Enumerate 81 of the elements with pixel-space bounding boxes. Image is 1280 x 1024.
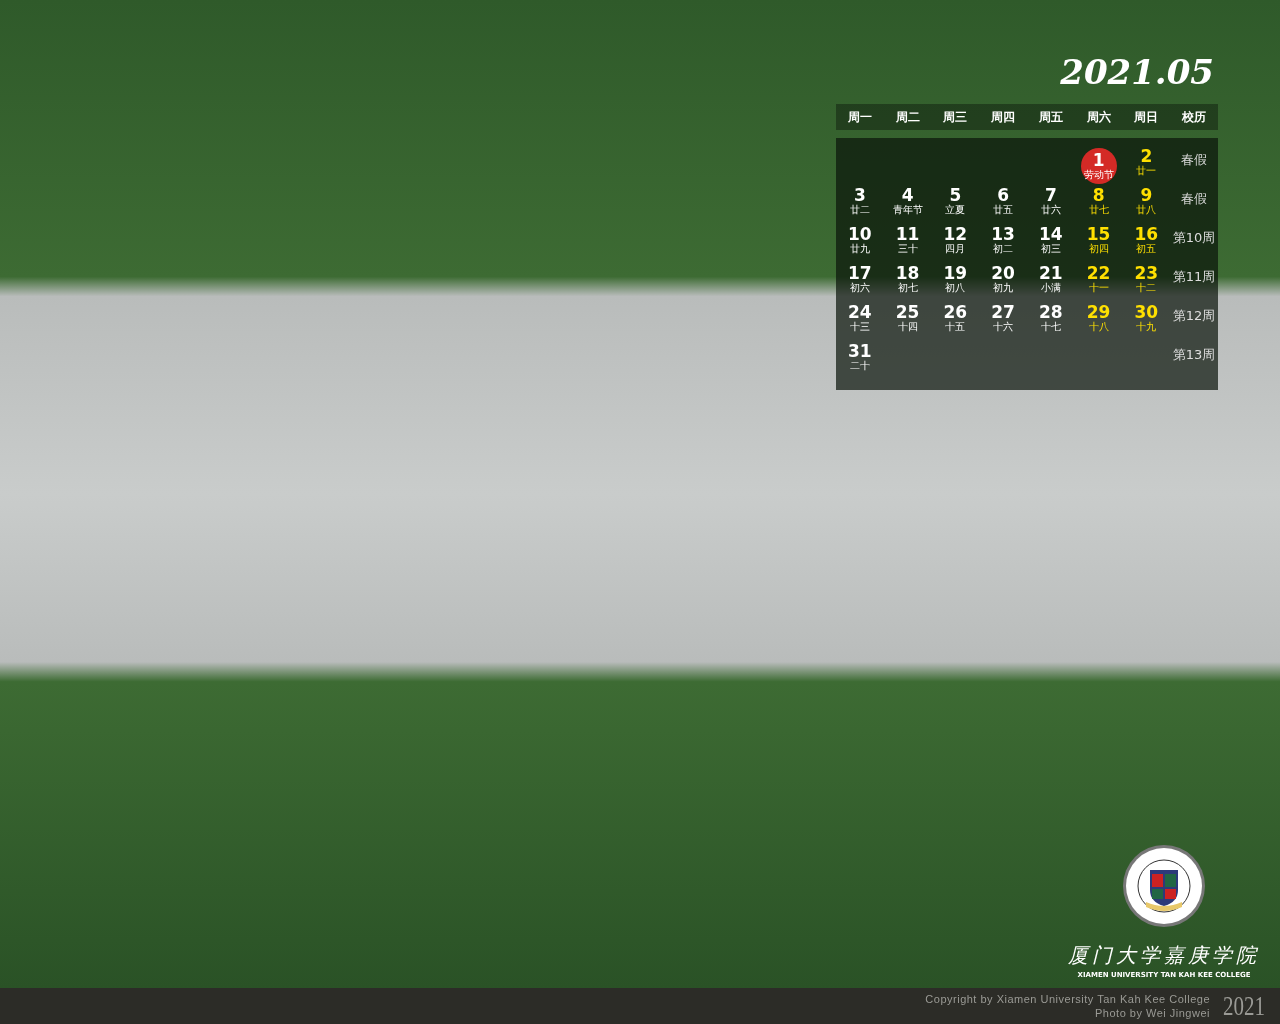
weekday-header: 周二 [894,109,921,126]
lunar-date: 廿六 [1040,204,1061,216]
day-number: 13 [991,226,1015,243]
week-label: 春假 [1180,190,1209,208]
lunar-date: 立夏 [945,204,966,216]
lunar-date: 十七 [1040,321,1061,333]
lunar-date: 十九 [1136,321,1157,333]
day-number: 20 [991,265,1015,282]
day-number: 26 [943,304,968,321]
calendar-title: 2021.05 [1060,51,1215,94]
lunar-date: 廿一 [1136,165,1157,177]
lunar-date: 廿二 [849,204,870,216]
week-label: 第11周 [1171,268,1217,286]
week-label: 第13周 [1171,346,1217,364]
lunar-date: 劳动节 [1083,168,1114,181]
weekday-header: 周四 [990,109,1017,126]
weekday-header: 周日 [1133,109,1160,126]
lunar-date: 初二 [993,243,1014,255]
lunar-date: 初三 [1040,243,1061,255]
day-number: 3 [853,187,866,204]
lunar-date: 小满 [1040,282,1061,294]
day-number: 16 [1134,226,1159,243]
lunar-date: 十一 [1088,282,1109,294]
lunar-date: 初五 [1136,243,1157,255]
year-text: 2021 [1223,991,1265,1021]
week-label: 第12周 [1171,307,1217,325]
day-number: 12 [943,226,968,243]
lunar-date: 十六 [993,321,1014,333]
lunar-date: 二十 [849,360,870,372]
lunar-date: 廿七 [1088,204,1109,216]
lunar-date: 十二 [1136,282,1157,294]
day-number: 27 [991,304,1015,321]
day-number: 24 [848,304,872,321]
weekday-header: 周一 [846,109,873,126]
lunar-date: 十五 [945,321,966,333]
lunar-date: 廿八 [1136,204,1157,216]
photo-credit: Photo by Wei Jingwei [1095,1006,1210,1020]
day-number: 25 [895,304,920,321]
day-number: 31 [848,343,872,360]
lunar-date: 廿五 [993,204,1014,216]
lunar-date: 廿九 [849,243,870,255]
lunar-date: 初七 [897,282,918,294]
lunar-date: 四月 [945,243,966,255]
lunar-date: 青年节 [892,204,923,216]
weekday-header: 周六 [1085,109,1112,126]
day-number: 1 [1092,151,1105,169]
day-number: 9 [1140,187,1153,204]
day-number: 2 [1140,148,1153,165]
week-label: 第10周 [1171,229,1217,247]
copyright-text: Copyright by Xiamen University Tan Kah Kee College [925,992,1210,1006]
day-number: 4 [901,187,914,204]
day-number: 18 [895,265,920,282]
day-number: 23 [1134,265,1159,282]
day-number: 7 [1044,187,1057,204]
lunar-date: 十三 [849,321,870,333]
day-number: 10 [848,226,872,243]
day-number: 29 [1086,304,1111,321]
day-number: 22 [1086,265,1111,282]
weekday-header: 周三 [942,109,969,126]
week-label: 春假 [1180,151,1209,169]
day-number: 11 [895,226,920,243]
lunar-date: 初九 [993,282,1014,294]
day-number: 17 [848,265,872,282]
day-number: 14 [1039,226,1063,243]
lunar-date: 十八 [1088,321,1109,333]
day-number: 15 [1086,226,1111,243]
college-name-chinese: 厦门大学嘉庚学院 [1068,941,1260,969]
day-number: 19 [943,265,968,282]
day-number: 8 [1092,187,1105,204]
day-number: 30 [1134,304,1159,321]
day-number: 6 [997,187,1010,204]
weekday-header: 周五 [1037,109,1064,126]
lunar-date: 十四 [897,321,918,333]
lunar-date: 三十 [897,243,918,255]
lunar-date: 初四 [1088,243,1109,255]
day-number: 28 [1039,304,1063,321]
day-number: 21 [1039,265,1063,282]
day-number: 5 [949,187,962,204]
lunar-date: 初八 [945,282,966,294]
lunar-date: 初六 [849,282,870,294]
weekday-header: 校历 [1181,109,1208,126]
